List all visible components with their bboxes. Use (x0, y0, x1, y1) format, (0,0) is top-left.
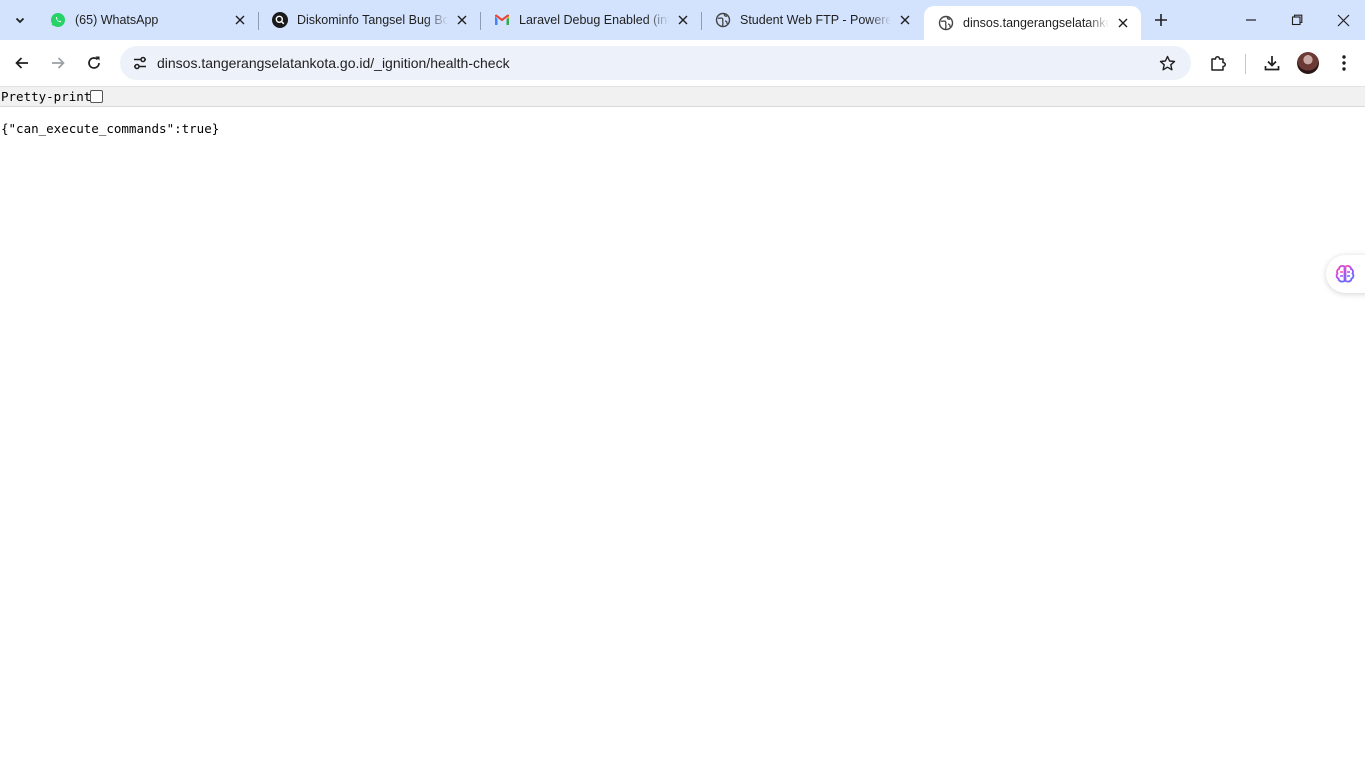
close-window-button[interactable] (1320, 0, 1365, 40)
tab-student-web-ftp[interactable]: Student Web FTP - Powered (701, 4, 923, 36)
reload-icon (88, 56, 100, 69)
globe-icon (938, 15, 954, 31)
close-icon (1337, 14, 1349, 26)
close-icon[interactable] (1113, 13, 1133, 33)
forward-button[interactable] (44, 49, 72, 77)
tab-title: Student Web FTP - Powered (740, 13, 891, 27)
pretty-print-label: Pretty-print (1, 89, 92, 104)
back-button[interactable] (8, 49, 36, 77)
restore-button[interactable] (1274, 0, 1320, 40)
bookmark-star-icon[interactable] (1155, 51, 1179, 75)
downloads-button[interactable] (1258, 49, 1286, 77)
tab-title: Laravel Debug Enabled (info (519, 13, 669, 27)
search-site-icon (272, 12, 288, 28)
new-tab-button[interactable] (1149, 8, 1173, 32)
minimize-icon (1246, 19, 1256, 21)
profile-avatar[interactable] (1297, 52, 1319, 74)
tab-title: dinsos.tangerangselatankota (963, 16, 1109, 30)
arrow-right-icon (52, 57, 65, 69)
brain-icon (1335, 265, 1355, 283)
extensions-button[interactable] (1204, 49, 1232, 77)
reload-button[interactable] (80, 49, 108, 77)
minimize-button[interactable] (1228, 0, 1274, 40)
plus-icon (1155, 14, 1167, 26)
side-extension-button[interactable] (1326, 255, 1365, 293)
globe-icon (715, 12, 731, 28)
close-icon[interactable] (895, 10, 915, 30)
download-icon (1264, 56, 1280, 71)
toolbar-divider (1245, 54, 1246, 74)
tab-search-button[interactable] (6, 7, 34, 33)
tab-laravel-debug[interactable]: Laravel Debug Enabled (info (480, 4, 701, 36)
arrow-left-icon (15, 57, 28, 69)
close-icon[interactable] (673, 10, 693, 30)
json-viewer-bar: Pretty-print (0, 87, 1365, 107)
tab-dinsos-active[interactable]: dinsos.tangerangselatankota (924, 6, 1141, 40)
close-icon[interactable] (452, 10, 472, 30)
site-info-icon[interactable] (128, 51, 152, 75)
json-response: {"can_execute_commands":true} (1, 121, 220, 136)
whatsapp-icon (50, 12, 66, 28)
gmail-icon (494, 12, 510, 28)
tab-title: Diskominfo Tangsel Bug Bou (297, 13, 448, 27)
tab-title: (65) WhatsApp (75, 13, 159, 27)
close-icon[interactable] (230, 10, 250, 30)
puzzle-icon (1211, 56, 1226, 71)
tab-diskominfo[interactable]: Diskominfo Tangsel Bug Bou (258, 4, 480, 36)
pretty-print-checkbox[interactable] (90, 90, 103, 103)
browser-toolbar: dinsos.tangerangselatankota.go.id/_ignit… (0, 40, 1365, 87)
address-url[interactable]: dinsos.tangerangselatankota.go.id/_ignit… (157, 55, 510, 71)
restore-icon (1291, 14, 1303, 26)
chevron-down-icon (15, 17, 25, 24)
menu-button[interactable] (1330, 49, 1358, 77)
address-bar[interactable]: dinsos.tangerangselatankota.go.id/_ignit… (120, 46, 1191, 80)
tab-strip: (65) WhatsApp Diskominfo Tangsel Bug Bou… (0, 0, 1365, 40)
more-vert-icon (1342, 55, 1346, 71)
tab-whatsapp[interactable]: (65) WhatsApp (36, 4, 258, 36)
